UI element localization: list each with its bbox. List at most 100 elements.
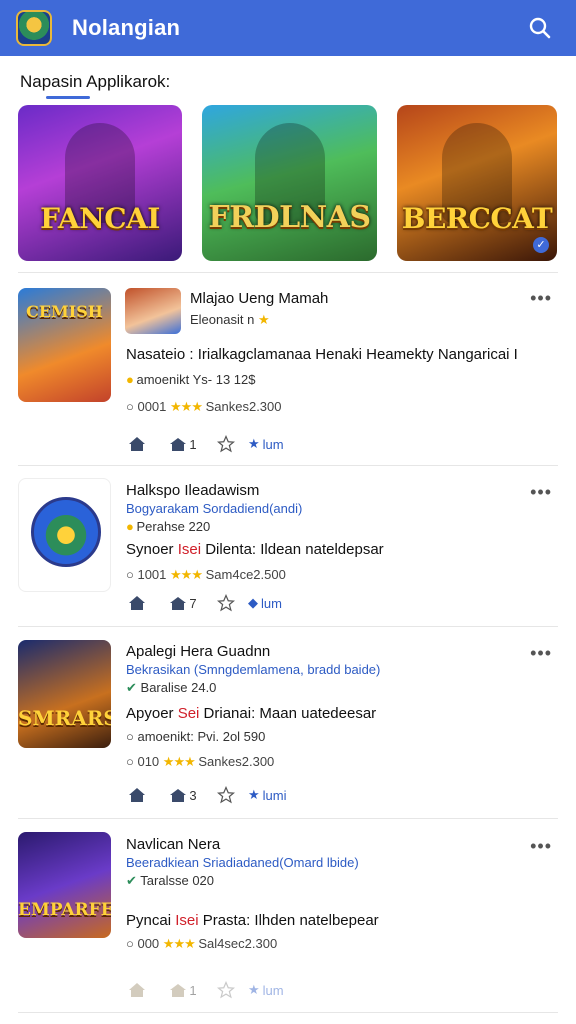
rating-stars: ★★★: [170, 567, 203, 582]
verified-icon: ✓: [533, 237, 549, 253]
avatar[interactable]: [125, 288, 181, 334]
home-button[interactable]: [126, 783, 148, 807]
card-subtitle: Bekrasikan (Smngdemlamena, bradd baide): [126, 662, 381, 677]
card-actions: 1 ★ lum: [126, 978, 284, 1002]
desc-end: Prasta: Ilhden natelbepear: [198, 912, 379, 929]
home-icon: [129, 788, 145, 802]
card-meta-secondary: ○ amoenikt: Pvi. 2ol 590: [126, 729, 266, 744]
more-options-button[interactable]: •••: [530, 288, 552, 309]
card-description: Synoer Isei Dilenta: Ildean nateldepsar: [126, 541, 384, 558]
stats-total: Sankes2.300: [205, 399, 282, 414]
badge-icon: ●: [126, 519, 134, 534]
star-outline-icon: [217, 435, 235, 453]
card-title: Apalegi Hera Guadnn: [126, 643, 271, 660]
featured-banner[interactable]: FRDLNAS: [202, 105, 377, 261]
home-icon: [129, 437, 145, 451]
star-outline-icon: [217, 981, 235, 999]
thumbnail-title: EMPARFE: [18, 900, 111, 920]
favorite-label: lum: [262, 436, 284, 452]
card-meta-text: amoenikt Ys- 13 12$: [136, 372, 256, 387]
app-thumbnail[interactable]: [18, 478, 111, 592]
more-options-button[interactable]: •••: [530, 482, 552, 503]
divider: [18, 626, 558, 627]
badge-icon: ✔: [126, 680, 137, 695]
favorite-label: lumi: [262, 787, 287, 803]
card-meta: ● Perahse 220: [126, 519, 210, 534]
app-bar: Nolangian: [0, 0, 576, 56]
card-title: Mlajao Ueng Mamah: [190, 290, 329, 307]
featured-banner[interactable]: BERCCAT ✓: [397, 105, 557, 261]
desc-end: Dilenta: Ildean nateldepsar: [201, 541, 384, 558]
thumbnail-title: CEMISH: [26, 302, 103, 321]
favorite-button[interactable]: ★ lum: [248, 432, 284, 456]
desc-end: Drianai: Maan uatedeesar: [199, 705, 377, 722]
favorite-button[interactable]: ★ lum: [248, 978, 284, 1002]
favorite-button[interactable]: ◆ lum: [248, 591, 282, 615]
rating-stars: ★★★: [170, 399, 203, 414]
desc-tag: Sei: [177, 705, 200, 722]
card-meta: ✔ Baralise 24.0: [126, 680, 216, 696]
card-description: Nasateio : Irialkagclamanaa Henaki Heame…: [126, 346, 518, 363]
desc-start: Synoer: [126, 541, 178, 558]
home-button[interactable]: [126, 978, 148, 1002]
rating-stars: ★★★: [162, 754, 196, 769]
search-icon: [529, 17, 551, 39]
desc-start: Apyoer: [126, 705, 178, 722]
star-button[interactable]: [214, 432, 238, 456]
card-actions: 7 ◆ lum: [126, 591, 282, 615]
section-title: Napasin Applikarok:: [20, 72, 171, 91]
badge-icon: ●: [126, 372, 134, 387]
favorite-label: lum: [261, 595, 282, 611]
banner-title: FANCAI: [40, 202, 160, 235]
search-button[interactable]: [520, 8, 560, 48]
desc-tag: Isei: [177, 541, 202, 558]
favorite-button[interactable]: ★ lumi: [248, 783, 287, 807]
card-meta-text: Perahse 220: [136, 519, 211, 534]
card-meta: ● amoenikt Ys- 13 12$: [126, 372, 255, 387]
desc-start: Pyncai: [126, 912, 176, 929]
stats-total: Sankes2.300: [198, 754, 275, 769]
divider: [18, 465, 558, 466]
star-button[interactable]: [214, 978, 238, 1002]
featured-banner[interactable]: FANCAI: [18, 105, 182, 261]
app-thumbnail[interactable]: EMPARFE: [18, 832, 111, 938]
app-title: Nolangian: [72, 15, 181, 40]
card-meta-text: Taralsse 020: [140, 873, 215, 888]
share-button[interactable]: 3: [166, 783, 200, 807]
badge-icon: ✔: [126, 873, 137, 888]
app-logo[interactable]: [16, 10, 52, 46]
share-button[interactable]: 1: [166, 432, 200, 456]
stats-total: Sam4ce2.500: [205, 567, 286, 582]
card-subtitle: Beeradkiean Sriadiadaned(Omard lbide): [126, 855, 359, 870]
card-title: Navlican Nera: [126, 836, 221, 853]
card-stats: ○ 1001 ★★★ Sam4ce2.500: [126, 567, 286, 582]
featured-carousel[interactable]: FANCAI FRDLNAS BERCCAT ✓: [18, 105, 576, 261]
favorite-icon: ◆: [248, 595, 258, 610]
star-button[interactable]: [214, 783, 238, 807]
card-description: Pyncai Isei Prasta: Ilhden natelbepear: [126, 912, 379, 929]
favorite-label: lum: [262, 982, 284, 998]
app-thumbnail[interactable]: SMRARS: [18, 640, 111, 748]
rating-stars: ★★★: [162, 936, 196, 951]
more-options-button[interactable]: •••: [530, 643, 552, 664]
favorite-icon: ★: [248, 787, 260, 802]
card-actions: 3 ★ lumi: [126, 783, 287, 807]
more-options-button[interactable]: •••: [530, 836, 552, 857]
share-count: 7: [189, 595, 197, 611]
home-button[interactable]: [126, 432, 148, 456]
stats-count: 000: [137, 936, 160, 951]
app-thumbnail[interactable]: CEMISH: [18, 288, 111, 402]
home-icon: [129, 596, 145, 610]
share-button[interactable]: 7: [166, 591, 200, 615]
share-icon: [170, 597, 187, 610]
favorite-icon: ★: [248, 982, 260, 997]
divider: [18, 818, 558, 819]
home-button[interactable]: [126, 591, 148, 615]
card-stats: ○ 0001 ★★★ Sankes2.300: [126, 399, 282, 414]
star-button[interactable]: [214, 591, 238, 615]
section-underline: [46, 96, 90, 99]
home-icon: [129, 983, 145, 997]
share-button[interactable]: 1: [166, 978, 200, 1002]
card-meta-text: Baralise 24.0: [140, 680, 217, 695]
banner-title: FRDLNAS: [208, 200, 371, 235]
